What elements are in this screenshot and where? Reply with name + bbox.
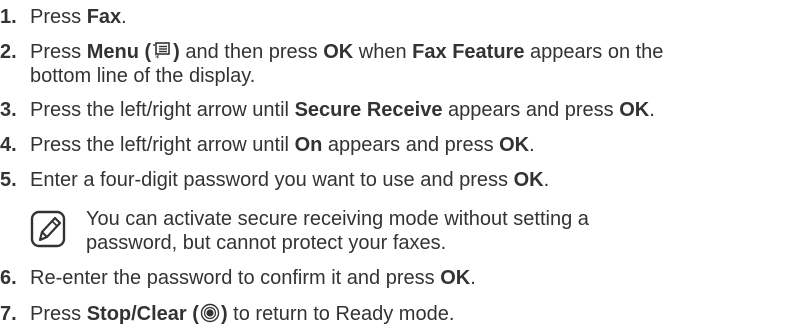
step-number: 1. [0, 6, 17, 28]
step-text-part: and then press [179, 41, 324, 63]
step-1: 1. Press Fax. [0, 5, 800, 29]
step-keyword: OK [499, 134, 530, 156]
step-text-part: Press the left/right arrow until [30, 99, 295, 121]
step-keyword: Secure Receive [294, 99, 443, 121]
step-text: Press Stop/Clear () to return to Ready m… [30, 302, 800, 326]
step-text-part: when [353, 41, 413, 63]
step-text: Enter a four-digit password you want to … [30, 168, 800, 192]
step-text-part: . [470, 267, 476, 289]
menu-icon: * [152, 41, 172, 64]
svg-text:*: * [155, 54, 160, 61]
step-7: 7. Press Stop/Clear () to return to Read… [0, 302, 800, 326]
step-keyword: On [294, 134, 323, 156]
step-text-part: Press [30, 303, 87, 325]
step-text-part: . [529, 134, 535, 156]
step-keyword: OK [619, 99, 650, 121]
step-text-part: . [649, 99, 655, 121]
step-number: 5. [0, 169, 17, 191]
step-text-part: appears and press [322, 134, 500, 156]
step-text: Re-enter the password to confirm it and … [30, 266, 800, 290]
step-keyword: Stop/Clear ( [86, 303, 199, 325]
step-keyword: ) [173, 41, 180, 63]
step-text-part: to return to Ready mode. [227, 303, 455, 325]
step-text-part: Press [30, 41, 87, 63]
note-pencil-icon [30, 209, 68, 249]
note-box: You can activate secure receiving mode w… [30, 207, 790, 255]
step-text: Press Menu (*) and then press OK when Fa… [30, 40, 800, 88]
step-number: 6. [0, 267, 17, 289]
step-keyword: OK [513, 169, 544, 191]
step-3: 3. Press the left/right arrow until Secu… [0, 98, 800, 122]
stop-clear-icon [200, 303, 220, 323]
step-text-part: appears on the [524, 41, 664, 63]
step-2: 2. Press Menu (*) and then press OK when… [0, 40, 800, 88]
step-text-part: Press the left/right arrow until [30, 134, 295, 156]
step-text-part: Press [30, 6, 87, 28]
step-number: 4. [0, 134, 17, 156]
step-keyword: Menu ( [86, 41, 152, 63]
step-text-part: Re-enter the password to confirm it and … [30, 267, 441, 289]
step-text-part: appears and press [442, 99, 620, 121]
step-keyword: Fax Feature [412, 41, 525, 63]
step-5: 5. Enter a four-digit password you want … [0, 168, 800, 192]
step-number: 2. [0, 41, 17, 63]
step-keyword: OK [440, 267, 471, 289]
note-text-line: You can activate secure receiving mode w… [86, 208, 589, 230]
note-text: You can activate secure receiving mode w… [86, 207, 790, 255]
step-number: 7. [0, 303, 17, 325]
step-text: Press Fax. [30, 5, 800, 29]
step-text-part: Enter a four-digit password you want to … [30, 169, 514, 191]
step-text-part: bottom line of the display. [30, 65, 256, 87]
step-text-part: . [543, 169, 550, 191]
step-keyword: ) [220, 303, 228, 325]
step-number: 3. [0, 99, 17, 121]
note-text-line: password, but cannot protect your faxes. [86, 232, 447, 254]
step-text-part: . [121, 6, 127, 28]
step-text: Press the left/right arrow until On appe… [30, 133, 800, 157]
step-6: 6. Re-enter the password to confirm it a… [0, 266, 800, 290]
instructions-document: 1. Press Fax. 2. Press Menu (*) and then… [0, 0, 806, 334]
step-keyword: Fax [86, 6, 122, 28]
step-keyword: OK [323, 41, 354, 63]
step-text: Press the left/right arrow until Secure … [30, 98, 800, 122]
step-4: 4. Press the left/right arrow until On a… [0, 133, 800, 157]
